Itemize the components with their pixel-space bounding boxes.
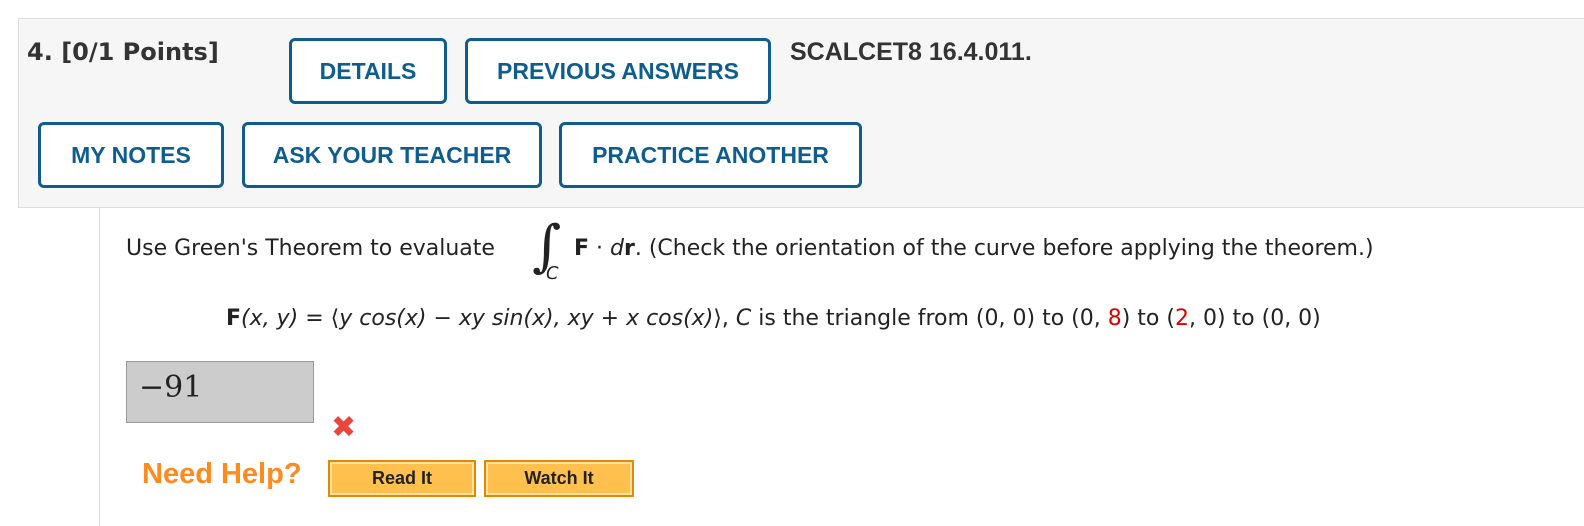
practice-another-button[interactable]: PRACTICE ANOTHER	[559, 122, 862, 188]
watch-it-button[interactable]: Watch It	[484, 460, 634, 497]
curve-C: C	[735, 306, 752, 331]
previous-answers-button[interactable]: PREVIOUS ANSWERS	[465, 38, 771, 104]
details-button[interactable]: DETAILS	[289, 38, 447, 104]
question-number: 4.	[27, 38, 53, 66]
need-help-label: Need Help?	[142, 458, 302, 490]
left-angle: ⟨	[330, 306, 340, 331]
vertex-value-8: 8	[1107, 306, 1122, 331]
field-F: F	[226, 306, 242, 331]
integral-subscript: C	[546, 263, 559, 284]
dot-operator: ·	[589, 236, 611, 261]
answer-input[interactable]: −91	[126, 361, 314, 423]
vector-F: F	[574, 236, 590, 261]
right-angle: ⟩	[713, 306, 722, 331]
read-it-button[interactable]: Read It	[328, 460, 476, 497]
triangle-description-end: , 0) to (0, 0)	[1188, 306, 1321, 331]
field-expression: y cos(x) − xy sin(x), xy + x cos(x)	[339, 306, 714, 331]
field-args: (x, y)	[241, 306, 299, 331]
differential-d: d	[610, 236, 624, 261]
line-integral: ∫ C	[532, 217, 568, 287]
problem-integrand: F · dr. (Check the orientation of the cu…	[574, 236, 1374, 261]
problem-intro: Use Green's Theorem to evaluate	[126, 236, 495, 261]
ask-your-teacher-button[interactable]: ASK YOUR TEACHER	[242, 122, 542, 188]
incorrect-x-icon: ✖	[331, 410, 357, 445]
triangle-description-start: is the triangle from (0, 0) to (0,	[751, 306, 1108, 331]
orientation-note: . (Check the orientation of the curve be…	[634, 236, 1374, 261]
vector-field-definition: F(x, y) = ⟨y cos(x) − xy sin(x), xy + x …	[226, 306, 1321, 331]
vector-r: r	[623, 236, 635, 261]
comma: ,	[721, 306, 736, 331]
my-notes-button[interactable]: MY NOTES	[38, 122, 224, 188]
vertex-value-2: 2	[1174, 306, 1189, 331]
question-title: 4. [0/1 Points]	[27, 38, 219, 66]
triangle-description-mid: ) to (	[1121, 306, 1175, 331]
points-label: [0/1 Points]	[61, 38, 219, 66]
equals-sign: =	[298, 306, 331, 331]
problem-code: SCALCET8 16.4.011.	[790, 38, 1032, 66]
